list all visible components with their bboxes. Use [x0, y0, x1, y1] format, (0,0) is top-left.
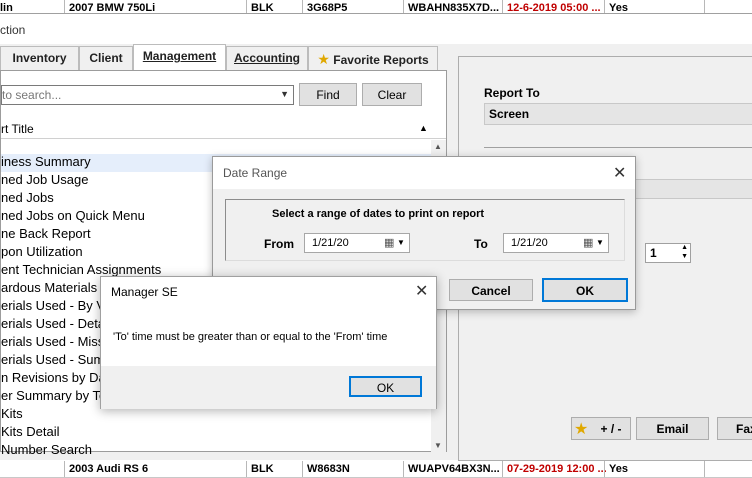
error-dialog-footer: OK — [101, 366, 436, 409]
row-color-cell: BLK — [251, 463, 274, 475]
search-input[interactable]: to search... ▼ — [1, 85, 294, 105]
tab-inventory[interactable]: Inventory — [0, 46, 79, 70]
search-placeholder: to search... — [2, 88, 62, 102]
row-date-cell: 07-29-2019 12:00 ... — [507, 463, 607, 475]
divider — [484, 147, 752, 148]
copies-spinner[interactable]: 1 ▲ ▼ — [645, 243, 691, 263]
date-range-instruction: Select a range of dates to print on repo… — [272, 208, 485, 220]
tab-label: Accounting — [234, 51, 300, 65]
tab-label: Client — [89, 51, 123, 65]
favorite-toggle-label: + / - — [600, 422, 622, 436]
date-range-group: Select a range of dates to print on repo… — [225, 199, 625, 261]
date-ok-button[interactable]: OK — [542, 278, 628, 302]
spin-down-icon[interactable]: ▼ — [681, 253, 688, 260]
email-button[interactable]: Email — [636, 417, 709, 440]
fax-label: Fax — [736, 422, 752, 436]
tab-management[interactable]: Management — [133, 44, 226, 71]
spin-up-icon[interactable]: ▲ — [681, 244, 688, 251]
report-to-value: Screen — [489, 107, 530, 121]
clear-label: Clear — [377, 88, 407, 102]
chevron-down-icon[interactable]: ▼ — [280, 89, 289, 99]
clear-button[interactable]: Clear — [362, 83, 422, 106]
chevron-down-icon[interactable]: ▼ — [397, 238, 405, 247]
sort-up-icon: ▲ — [419, 123, 428, 133]
error-dialog-title: Manager SE — [111, 285, 178, 299]
find-label: Find — [316, 88, 340, 102]
error-dialog: Manager SE ✕ 'To' time must be greater t… — [100, 276, 437, 409]
tab-favorite-reports[interactable]: ★ Favorite Reports — [308, 46, 438, 70]
report-to-label: Report To — [484, 86, 540, 100]
background-table-row-bottom: 2003 Audi RS 6 BLK W8683N WUAPV64BX3N...… — [0, 461, 752, 478]
from-date-value: 1/21/20 — [312, 237, 349, 249]
row-vin-cell: WUAPV64BX3N... — [408, 463, 500, 475]
row-plate-cell: W8683N — [307, 463, 350, 475]
scroll-up-icon[interactable]: ▲ — [434, 142, 442, 151]
main-titlebar: ction — [0, 14, 752, 44]
tab-accounting[interactable]: Accounting — [226, 46, 308, 70]
option-field[interactable] — [635, 179, 752, 199]
ok-label: OK — [576, 284, 594, 298]
tab-label: Management — [142, 49, 217, 63]
report-list-item[interactable]: Kits Detail — [1, 424, 431, 442]
tab-label: Inventory — [12, 51, 67, 65]
cancel-button[interactable]: Cancel — [449, 279, 533, 301]
email-label: Email — [656, 422, 689, 436]
tab-label: Favorite Reports — [333, 53, 429, 67]
from-label: From — [264, 237, 294, 251]
chevron-down-icon[interactable]: ▼ — [596, 238, 604, 247]
fax-button[interactable]: Fax — [717, 417, 752, 440]
report-list-item[interactable]: Number Search — [1, 442, 431, 460]
scroll-down-icon[interactable]: ▼ — [434, 441, 442, 450]
calendar-icon[interactable]: ▦ — [583, 236, 593, 249]
star-icon: ★ — [317, 51, 330, 67]
close-icon[interactable]: ✕ — [613, 163, 626, 183]
report-to-select[interactable]: Screen — [484, 103, 752, 125]
to-date-value: 1/21/20 — [511, 237, 548, 249]
to-label: To — [474, 237, 488, 251]
row-vehicle-cell: 2003 Audi RS 6 — [69, 463, 149, 475]
cancel-label: Cancel — [471, 284, 511, 298]
date-range-title: Date Range — [223, 166, 288, 180]
column-header-label: rt Title — [1, 122, 34, 136]
favorite-toggle-button[interactable]: ★ + / - — [571, 417, 631, 440]
column-header[interactable]: rt Title ▲ — [1, 119, 446, 139]
error-ok-button[interactable]: OK — [349, 376, 422, 397]
to-date-picker[interactable]: 1/21/20 ▦ ▼ — [503, 233, 609, 253]
close-icon[interactable]: ✕ — [415, 281, 428, 301]
row-flag-cell: Yes — [609, 463, 628, 475]
copies-value: 1 — [650, 246, 657, 260]
calendar-icon[interactable]: ▦ — [384, 236, 394, 249]
find-button[interactable]: Find — [299, 83, 357, 106]
ok-label: OK — [376, 381, 395, 395]
star-icon: ★ — [574, 421, 589, 438]
tab-client[interactable]: Client — [79, 46, 133, 70]
main-window-title: ction — [0, 23, 26, 37]
error-message: 'To' time must be greater than or equal … — [113, 331, 388, 343]
from-date-picker[interactable]: 1/21/20 ▦ ▼ — [304, 233, 410, 253]
date-range-titlebar: Date Range ✕ — [213, 157, 635, 189]
